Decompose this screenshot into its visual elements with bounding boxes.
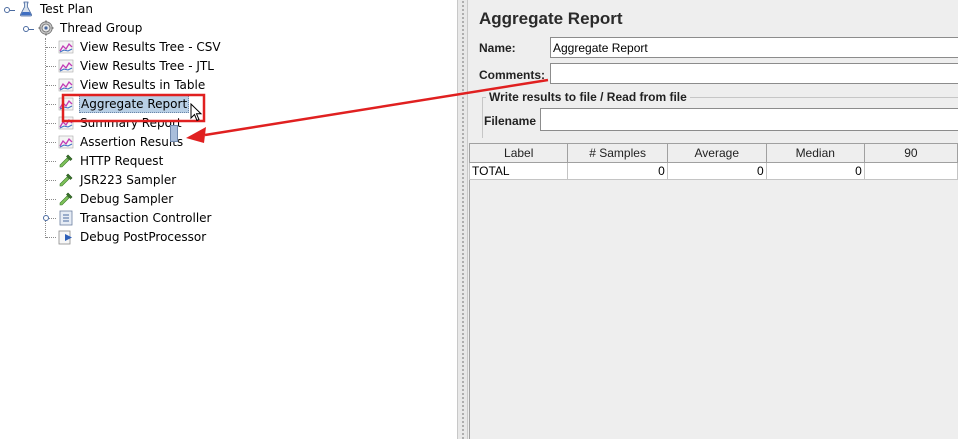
tree-line [45,38,46,238]
panel-title: Aggregate Report [479,9,623,28]
chart-icon [58,39,74,55]
tree-node-assertion-results[interactable]: Assertion Results [58,133,184,151]
expand-handle[interactable] [43,215,49,221]
tree-node-view-results-tree-jtl[interactable]: View Results Tree - JTL [58,57,215,75]
table-cell: TOTAL [468,162,569,180]
results-table-area [469,143,958,439]
expand-handle-stem [10,10,15,11]
tree-node-view-results-in-table[interactable]: View Results in Table [58,76,206,94]
tree-node-label: Assertion Results [80,135,184,149]
column-header-90-percent[interactable]: 90 [863,143,958,163]
tree-line [46,237,56,238]
table-cell: 0 [567,162,668,180]
tree-node-label: Thread Group [60,21,143,35]
table-header-row: Label # Samples Average Median 90 [468,143,958,163]
tree-line [46,161,56,162]
column-header-label[interactable]: Label [468,143,569,163]
comments-field[interactable] [550,63,958,84]
filename-label: Filename [484,114,537,128]
chart-icon [58,115,74,131]
comments-label: Comments: [479,68,546,82]
tree-line [46,180,56,181]
name-field[interactable] [550,37,958,58]
tree-node-aggregate-report[interactable]: Aggregate Report [58,95,190,113]
test-plan-tree[interactable]: Test Plan Thread Group View Results Tree… [0,0,457,439]
table-row[interactable]: TOTAL 0 0 0 [468,162,958,180]
tree-line [46,199,56,200]
tree-node-label: Summary Report [80,116,182,130]
pipette-icon [58,153,74,169]
splitter-grip-icon [461,0,465,439]
tree-node-debug-postprocessor[interactable]: Debug PostProcessor [58,228,207,246]
tree-node-label: HTTP Request [80,154,164,168]
split-pane-divider[interactable] [457,0,468,439]
drag-indicator [170,125,178,142]
gear-icon [38,20,54,36]
tree-node-label: Test Plan [40,2,93,16]
table-cell: 0 [765,162,865,180]
tree-node-test-plan[interactable]: Test Plan [18,0,94,18]
tree-line [46,66,56,67]
tree-node-label: View Results in Table [80,78,206,92]
tree-node-label: View Results Tree - JTL [80,59,214,73]
tree-line [46,85,56,86]
column-header-median[interactable]: Median [765,143,865,163]
chart-icon [58,134,74,150]
tree-node-label: Transaction Controller [80,211,212,225]
column-header-average[interactable]: Average [666,143,767,163]
filename-field[interactable] [540,108,958,131]
postprocessor-icon [58,229,74,245]
chart-icon [58,77,74,93]
tree-node-label: Aggregate Report [79,95,190,113]
tree-line [46,142,56,143]
tree-node-label: Debug Sampler [80,192,174,206]
table-cell: 0 [666,162,767,180]
tree-line [46,123,56,124]
tree-node-thread-group[interactable]: Thread Group [38,19,143,37]
pipette-icon [58,191,74,207]
chart-icon [58,58,74,74]
name-label: Name: [479,41,516,55]
tree-node-label: Debug PostProcessor [80,230,207,244]
controller-icon [58,210,74,226]
mouse-cursor-icon [190,103,203,122]
column-header-samples[interactable]: # Samples [567,143,668,163]
tree-node-label: View Results Tree - CSV [80,40,221,54]
chart-icon [58,96,74,112]
aggregate-report-panel: Aggregate Report Name: Comments: Write r… [468,0,958,439]
tree-node-transaction-controller[interactable]: Transaction Controller [58,209,213,227]
pipette-icon [58,172,74,188]
tree-line [46,104,56,105]
expand-handle-stem [29,29,34,30]
results-table[interactable]: Label # Samples Average Median 90 TOTAL … [468,143,958,180]
table-cell [863,162,958,180]
write-results-group-title: Write results to file / Read from file [486,90,690,104]
tree-node-http-request[interactable]: HTTP Request [58,152,164,170]
tree-node-view-results-tree-csv[interactable]: View Results Tree - CSV [58,38,222,56]
flask-icon [18,1,34,17]
tree-node-summary-report[interactable]: Summary Report [58,114,183,132]
tree-node-debug-sampler[interactable]: Debug Sampler [58,190,174,208]
tree-node-label: JSR223 Sampler [80,173,177,187]
tree-line [46,47,56,48]
tree-node-jsr223-sampler[interactable]: JSR223 Sampler [58,171,177,189]
